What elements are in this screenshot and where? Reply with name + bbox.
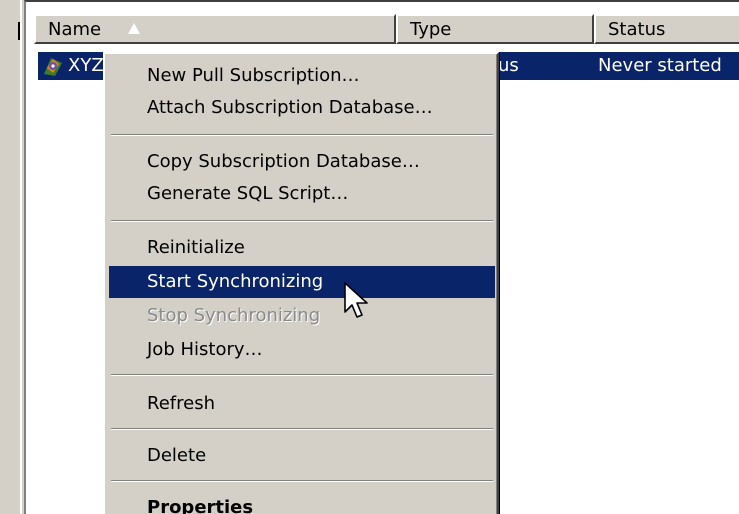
row-status-cell: Never started <box>598 55 722 76</box>
row-name-cell: XYZ <box>68 55 104 76</box>
left-pane <box>0 0 22 514</box>
menu-separator <box>111 428 493 430</box>
column-header-type[interactable]: Type <box>396 14 594 44</box>
column-header-status[interactable]: Status <box>594 14 739 44</box>
column-header-label: Type <box>410 19 452 40</box>
menu-item-reinitialize[interactable]: Reinitialize <box>109 232 495 264</box>
menu-item-generate-sql-script[interactable]: Generate SQL Script… <box>109 178 495 210</box>
menu-separator <box>111 374 493 376</box>
menu-separator <box>111 480 493 482</box>
column-header-name[interactable]: Name <box>34 14 396 44</box>
menu-item-stop-synchronizing: Stop Synchronizing <box>147 305 321 326</box>
pane-splitter[interactable] <box>20 0 22 514</box>
menu-item-attach-subscription-database[interactable]: Attach Subscription Database… <box>109 92 495 124</box>
menu-item-delete[interactable]: Delete <box>109 440 495 472</box>
arrow-pointer-icon <box>343 282 371 322</box>
sort-ascending-icon <box>128 23 140 34</box>
menu-item-properties[interactable]: Properties <box>109 492 495 514</box>
context-menu: New Pull Subscription… Attach Subscripti… <box>103 52 499 514</box>
column-header-label: Status <box>608 19 666 40</box>
menu-separator <box>111 134 493 136</box>
subscription-icon <box>41 54 65 78</box>
menu-item-new-pull-subscription[interactable]: New Pull Subscription… <box>109 60 495 92</box>
menu-item-start-synchronizing[interactable]: Start Synchronizing <box>109 266 495 298</box>
menu-item-job-history[interactable]: Job History… <box>109 334 495 366</box>
menu-separator <box>111 220 493 222</box>
tree-branch-line <box>12 22 20 40</box>
column-header-label: Name <box>48 19 102 40</box>
list-header: Name Type Status <box>34 14 739 44</box>
menu-item-refresh[interactable]: Refresh <box>109 388 495 420</box>
row-type-cell: us <box>498 55 519 76</box>
menu-item-copy-subscription-database[interactable]: Copy Subscription Database… <box>109 146 495 178</box>
